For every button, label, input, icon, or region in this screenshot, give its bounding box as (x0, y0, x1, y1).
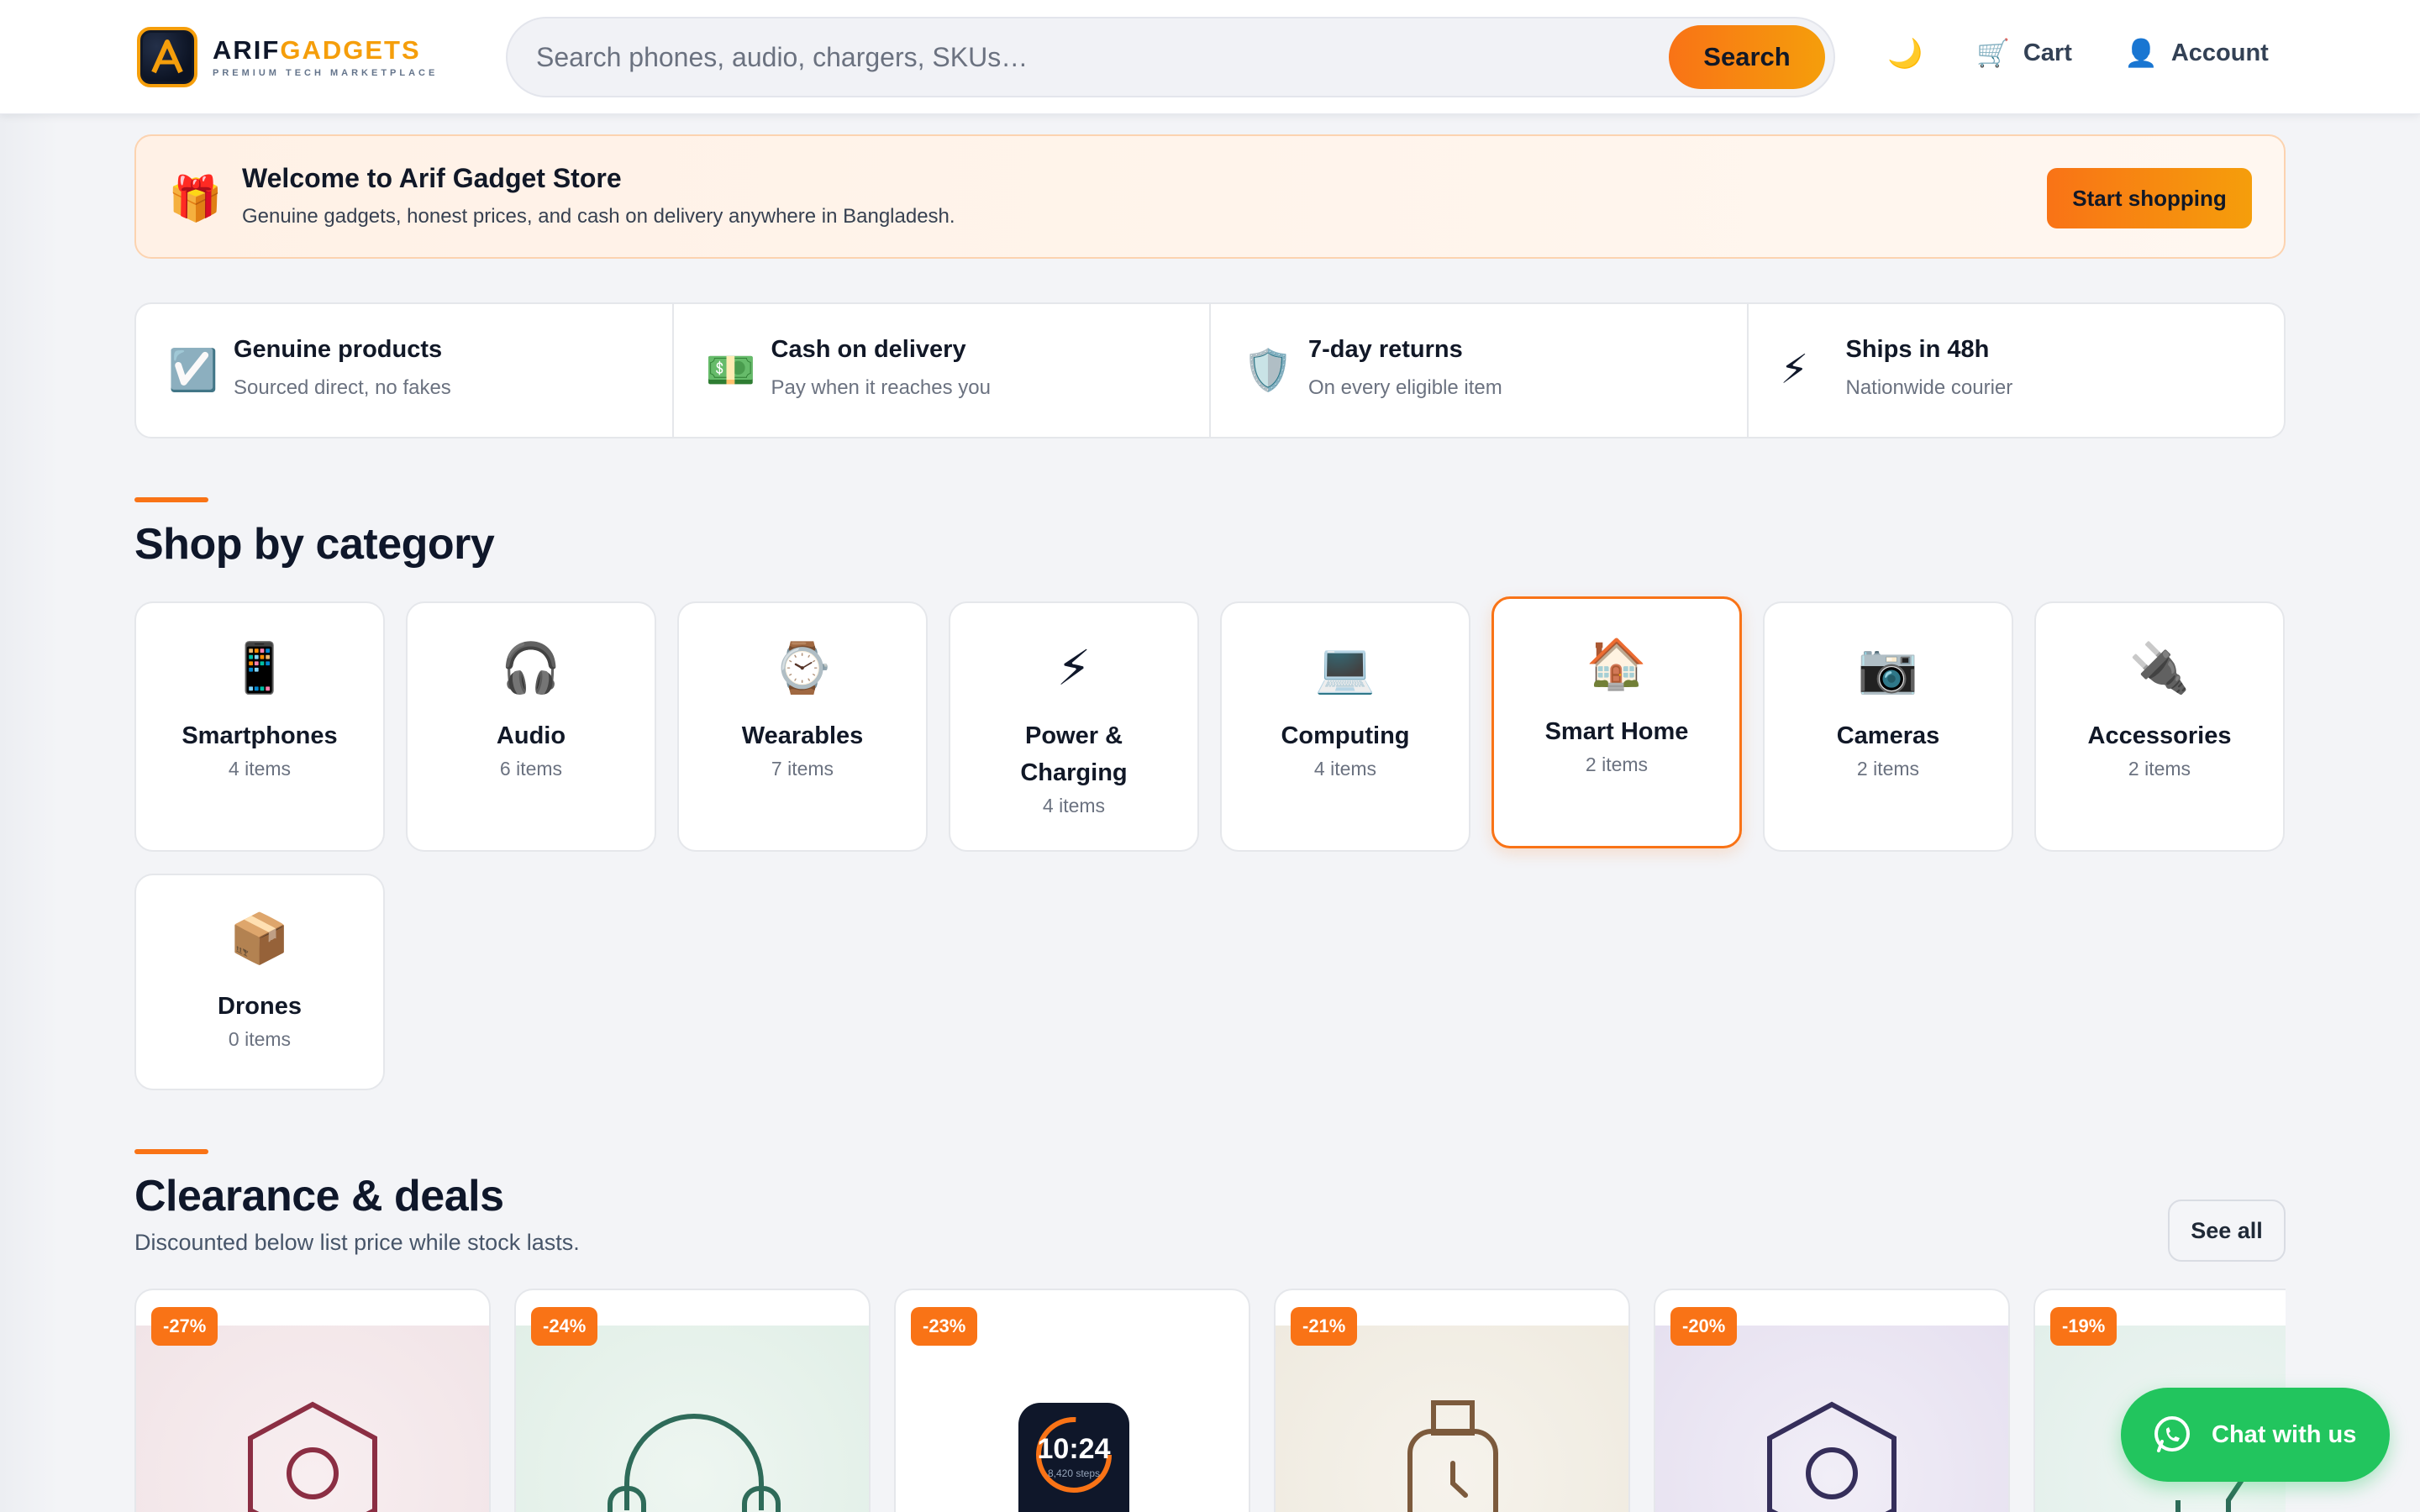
trust-title: 7-day returns (1308, 336, 1463, 363)
discount-badge: -20% (1670, 1307, 1738, 1346)
package-icon: 📦 (229, 911, 291, 966)
category-count: 2 items (1585, 753, 1649, 775)
watch-steps: 8,420 steps (1048, 1467, 1100, 1479)
gift-icon: 🎁 (168, 175, 223, 223)
account-link[interactable]: 👤 Account (2124, 37, 2269, 69)
welcome-banner: 🎁 Welcome to Arif Gadget Store Genuine g… (134, 134, 2286, 259)
discount-badge: -27% (151, 1307, 218, 1346)
category-name: Power & Charging (1020, 722, 1128, 786)
deals-subtitle: Discounted below list price while stock … (134, 1230, 580, 1255)
category-name: Wearables (741, 722, 864, 749)
plug-icon: 🔌 (2128, 641, 2191, 696)
lightning-icon: ⚡ (1056, 641, 1092, 696)
category-count: 4 items (1313, 758, 1377, 780)
camera-icon: 📷 (1857, 641, 1919, 696)
discount-badge: -24% (531, 1307, 598, 1346)
category-count: 2 items (1856, 758, 1920, 780)
trust-item-shipping: ⚡ Ships in 48h Nationwide courier (1749, 304, 2285, 437)
theme-toggle-moon-icon[interactable]: 🌙 (1887, 37, 1923, 71)
logo-mark-icon (137, 27, 197, 87)
deal-card[interactable]: 10:24 8,420 steps -23% (894, 1289, 1250, 1512)
whatsapp-icon (2154, 1416, 2190, 1452)
category-count: 7 items (771, 758, 834, 780)
trust-item-returns: 🛡️ 7-day returns On every eligible item (1211, 304, 1749, 437)
cash-icon: 💵 (705, 349, 756, 393)
discount-badge: -23% (911, 1307, 978, 1346)
cart-icon: 🛒 (1976, 38, 2010, 68)
category-count: 0 items (228, 1028, 292, 1050)
discount-badge: -19% (2050, 1307, 2118, 1346)
cart-link[interactable]: 🛒 Cart (1976, 37, 2072, 69)
category-count: 4 items (1042, 795, 1106, 816)
search-bar: Search (506, 17, 1835, 97)
category-count: 4 items (228, 758, 292, 780)
category-card-smartphones[interactable]: 📱 Smartphones 4 items (134, 601, 385, 852)
house-icon: 🏠 (1586, 637, 1648, 691)
category-name: Cameras (1836, 722, 1940, 749)
section-accent-line (134, 497, 208, 502)
category-name: Accessories (2087, 722, 2232, 749)
category-card-cameras[interactable]: 📷 Cameras 2 items (1763, 601, 2013, 852)
user-icon: 👤 (2124, 38, 2158, 68)
deals-carousel: -27% -24% 10:24 8,420 steps -23% -21% -2… (134, 1289, 2286, 1512)
category-name: Computing (1281, 722, 1410, 749)
category-card-smart-home[interactable]: 🏠 Smart Home 2 items (1491, 596, 1742, 848)
trust-title: Cash on delivery (771, 336, 966, 363)
chat-label: Chat with us (2212, 1420, 2357, 1448)
category-card-power-charging[interactable]: ⚡ Power & Charging 4 items (949, 601, 1199, 852)
cart-label: Cart (2023, 39, 2072, 66)
trust-strip: ☑️ Genuine products Sourced direct, no f… (134, 302, 2286, 438)
category-name: Smartphones (182, 722, 338, 749)
category-card-wearables[interactable]: ⌚ Wearables 7 items (677, 601, 928, 852)
trust-title: Ships in 48h (1845, 336, 1990, 363)
start-shopping-button[interactable]: Start shopping (2047, 168, 2252, 228)
trust-subtitle: On every eligible item (1308, 376, 1502, 399)
search-button[interactable]: Search (1669, 25, 1825, 89)
category-name: Audio (496, 722, 566, 749)
categories-heading: Shop by category (134, 520, 495, 569)
background-fade (0, 0, 59, 1512)
category-count: 6 items (499, 758, 563, 780)
trust-subtitle: Nationwide courier (1845, 376, 2013, 399)
welcome-title: Welcome to Arif Gadget Store (242, 163, 622, 193)
watch-icon: ⌚ (771, 641, 834, 696)
trust-item-genuine: ☑️ Genuine products Sourced direct, no f… (136, 304, 674, 437)
lightning-icon: ⚡ (1780, 348, 1809, 392)
trust-subtitle: Pay when it reaches you (771, 376, 991, 399)
brand-tagline: PREMIUM TECH MARKETPLACE (213, 68, 439, 78)
category-card-audio[interactable]: 🎧 Audio 6 items (406, 601, 656, 852)
chat-with-us-button[interactable]: Chat with us (2121, 1388, 2390, 1482)
category-card-computing[interactable]: 💻 Computing 4 items (1220, 601, 1470, 852)
trust-title: Genuine products (234, 336, 443, 363)
welcome-subtitle: Genuine gadgets, honest prices, and cash… (242, 205, 955, 228)
smartphone-icon: 📱 (229, 641, 291, 696)
deal-card[interactable]: -27% (134, 1289, 491, 1512)
see-all-button[interactable]: See all (2168, 1200, 2286, 1262)
brand-logo[interactable]: ARIFGADGETS PREMIUM TECH MARKETPLACE (137, 27, 438, 87)
watch-time: 10:24 (1038, 1433, 1111, 1465)
category-card-drones[interactable]: 📦 Drones 0 items (134, 874, 385, 1090)
deal-card[interactable]: -24% (514, 1289, 871, 1512)
discount-badge: -21% (1291, 1307, 1358, 1346)
trust-item-cod: 💵 Cash on delivery Pay when it reaches y… (674, 304, 1211, 437)
category-count: 2 items (2128, 758, 2191, 780)
site-header: ARIFGADGETS PREMIUM TECH MARKETPLACE Sea… (0, 0, 2420, 114)
deal-card[interactable]: -20% (1654, 1289, 2010, 1512)
shield-icon: 🛡️ (1243, 349, 1293, 393)
laptop-icon: 💻 (1314, 641, 1376, 696)
category-name: Drones (218, 993, 302, 1020)
section-accent-line (134, 1149, 208, 1154)
headphones-icon: 🎧 (500, 641, 562, 696)
trust-subtitle: Sourced direct, no fakes (234, 376, 451, 399)
search-input[interactable] (536, 18, 1628, 96)
account-label: Account (2170, 39, 2269, 66)
deals-heading: Clearance & deals (134, 1172, 504, 1221)
brand-name: ARIFGADGETS (213, 35, 421, 65)
category-card-accessories[interactable]: 🔌 Accessories 2 items (2034, 601, 2285, 852)
checkbox-icon: ☑️ (168, 349, 218, 393)
category-name: Smart Home (1544, 718, 1689, 745)
deal-card[interactable]: -21% (1274, 1289, 1630, 1512)
